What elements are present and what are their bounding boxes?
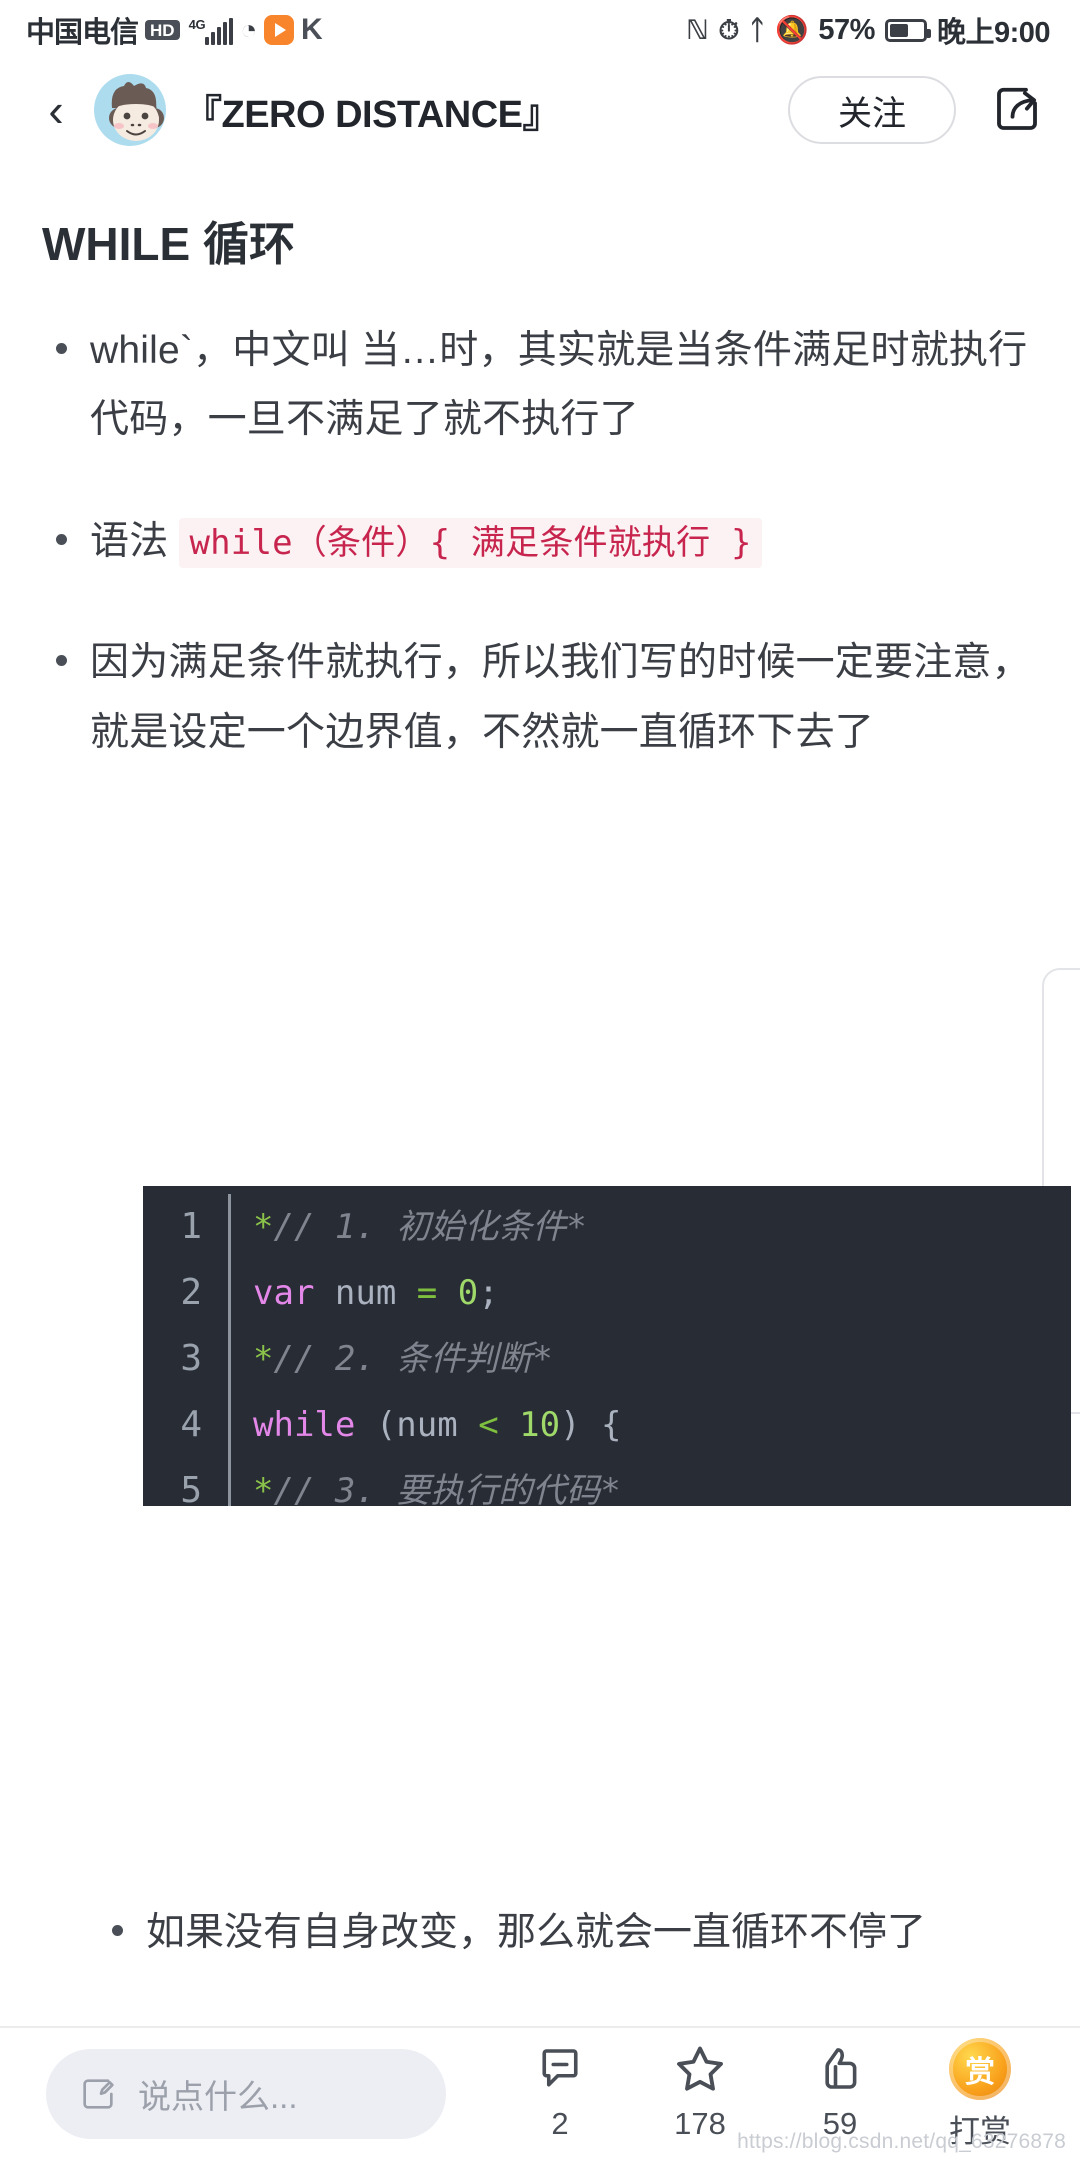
code-line-numbers: 123456789 (143, 1194, 231, 1506)
share-button[interactable] (982, 75, 1052, 145)
code-line-number: 5 (180, 1470, 202, 1506)
status-bar: 中国电信 HD 4G ◔ K ℕ ⏱ ᛏ 🔕 57% 晚上9:00 (0, 0, 1080, 60)
article-title: WHILE 循环 (42, 218, 295, 270)
monkey-avatar-icon (109, 82, 164, 141)
bullet-list: while`，中文叫 当…时，其实就是当条件满足时就执行代码，一旦不满足了就不执… (34, 316, 1046, 767)
app-icon (263, 15, 294, 45)
like-action[interactable]: 59 (770, 2038, 910, 2142)
code-line: var num = 0; (253, 1273, 499, 1313)
coin-glyph: 赏 (949, 2037, 1011, 2100)
edit-icon (83, 2079, 114, 2109)
page-title: 『ZERO DISTANCE』 (184, 93, 561, 136)
share-icon (997, 87, 1037, 130)
carrier-label: 中国电信 (26, 17, 139, 49)
follow-button[interactable]: 关注 (788, 76, 956, 144)
mute-bell-icon: 🔕 (775, 14, 809, 45)
alarm-icon: ⏱ (718, 14, 740, 45)
code-line: while (num < 10) { (253, 1405, 622, 1445)
hotspot-icon: ◔ (240, 14, 257, 45)
network-type-label: 4G (188, 17, 206, 32)
watermark: https://blog.csdn.net/qq_63276878 (737, 2130, 1066, 2153)
hd-badge: HD (145, 19, 180, 41)
favorite-action[interactable]: 178 (630, 2038, 770, 2142)
status-bar-left: 中国电信 HD 4G ◔ K (26, 9, 323, 51)
clock-label: 晚上9:00 (936, 17, 1051, 49)
avatar[interactable] (94, 74, 166, 146)
code-block[interactable]: 123456789 *// 1. 初始化条件* var num = 0;*// … (143, 1186, 1071, 1506)
comment-input[interactable]: 说点什么... (46, 2049, 446, 2139)
app-header: ‹ 『ZERO DISTANCE』 关注 (0, 60, 1080, 160)
bullet-prefix: 语法 (90, 519, 180, 563)
battery-percent-label: 57% (818, 13, 875, 46)
nfc-icon: ℕ (686, 14, 709, 45)
battery-icon (884, 18, 931, 42)
comment-icon (533, 2038, 587, 2100)
bullet-text: 因为满足条件就执行，所以我们写的时候一定要注意，就是设定一个边界值，不然就一直循… (90, 641, 1031, 754)
bottom-toolbar: 说点什么... 2 178 59 赏 打赏 https://blog.csdn.… (0, 2026, 1080, 2160)
list-item: while`，中文叫 当…时，其实就是当条件满足时就执行代码，一旦不满足了就不执… (34, 316, 1046, 455)
code-line-number: 4 (180, 1404, 202, 1445)
comment-count: 2 (551, 2105, 569, 2141)
favorite-count: 178 (674, 2105, 726, 2141)
code-content: *// 1. 初始化条件* var num = 0; *// 2. 条件判断* wh… (231, 1194, 758, 1506)
bullet-text: 如果没有自身改变，那么就会一直循环不停了 (146, 1911, 927, 1954)
code-line-number: 3 (180, 1338, 202, 1379)
comment-placeholder: 说点什么... (138, 2078, 298, 2115)
reward-coin-icon: 赏 (949, 2037, 1011, 2100)
code-line: *// 2. 条件判断* (253, 1339, 553, 1379)
list-item: 如果没有自身改变，那么就会一直循环不停了 (34, 1898, 1046, 1967)
list-item: 因为满足条件就执行，所以我们写的时候一定要注意，就是设定一个边界值，不然就一直循… (34, 628, 1046, 767)
code-line: *// 3. 要执行的代码* (253, 1471, 621, 1506)
bluetooth-icon: ᛏ (749, 14, 766, 45)
tail-bullet-list: 如果没有自身改变，那么就会一直循环不停了 (34, 1898, 1046, 1967)
k-icon: K (300, 13, 323, 46)
code-line-number: 2 (180, 1272, 202, 1313)
status-bar-right: ℕ ⏱ ᛏ 🔕 57% 晚上9:00 (686, 9, 1050, 51)
code-line-number: 1 (180, 1206, 202, 1247)
signal-bars-icon (205, 18, 234, 45)
thumbs-up-icon (813, 2038, 867, 2100)
comment-action[interactable]: 2 (490, 2038, 630, 2142)
bullet-text: while`，中文叫 当…时，其实就是当条件满足时就执行代码，一旦不满足了就不执… (90, 329, 1028, 442)
list-item: 语法 while（条件）{ 满足条件就执行 } (34, 507, 1046, 576)
back-button[interactable]: ‹ (26, 80, 86, 140)
article-body: WHILE 循环 while`，中文叫 当…时，其实就是当条件满足时就执行代码，… (0, 208, 1080, 767)
signal-icon: 4G (187, 15, 234, 45)
code-line: *// 1. 初始化条件* (253, 1207, 587, 1247)
star-icon (671, 2038, 729, 2100)
inline-code: while（条件）{ 满足条件就执行 } (179, 517, 762, 568)
